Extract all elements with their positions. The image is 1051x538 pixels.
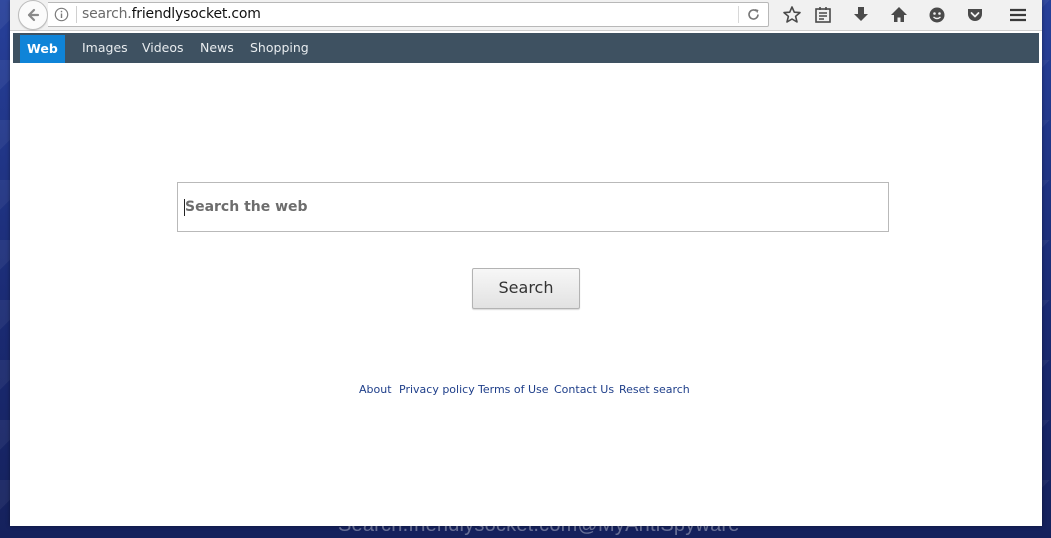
watermark-text: Search.friendlysocket.com@MyAntiSpyware	[338, 514, 740, 536]
site-navigation: Web Images Videos News Shopping	[13, 33, 1039, 63]
back-arrow-icon	[27, 8, 40, 22]
url-prefix: search.	[82, 6, 132, 22]
reload-icon[interactable]	[746, 7, 761, 22]
url-host: friendlysocket.com	[131, 6, 261, 22]
nav-tab-shopping[interactable]: Shopping	[242, 33, 317, 63]
download-icon[interactable]	[851, 5, 871, 25]
reading-list-icon[interactable]	[813, 5, 833, 25]
menu-icon[interactable]	[1008, 5, 1028, 25]
text-caret	[184, 199, 185, 216]
url-text[interactable]: search.friendlysocket.com	[82, 6, 261, 22]
search-input[interactable]: Search the web	[177, 182, 889, 232]
footer-link-terms-of-use[interactable]: Terms of Use	[478, 383, 549, 396]
info-icon[interactable]	[54, 7, 69, 22]
nav-tab-web[interactable]: Web	[20, 35, 65, 63]
reload-separator	[738, 6, 739, 23]
nav-tab-news[interactable]: News	[192, 33, 242, 63]
chat-icon[interactable]	[927, 5, 947, 25]
pocket-icon[interactable]	[965, 5, 985, 25]
footer-link-contact-us[interactable]: Contact Us	[554, 383, 614, 396]
search-button[interactable]: Search	[472, 268, 580, 309]
nav-tab-videos[interactable]: Videos	[134, 33, 192, 63]
url-bar[interactable]: search.friendlysocket.com	[48, 2, 769, 27]
bookmark-star-icon[interactable]	[782, 5, 802, 25]
url-separator	[76, 6, 77, 23]
footer-link-about[interactable]: About	[359, 383, 392, 396]
nav-tab-images[interactable]: Images	[74, 33, 136, 63]
browser-toolbar: search.friendlysocket.com	[10, 0, 1042, 31]
home-icon[interactable]	[889, 5, 909, 25]
browser-window: search.friendlysocket.com Web Images Vid…	[10, 0, 1042, 526]
back-button[interactable]	[18, 0, 48, 30]
footer-link-reset-search[interactable]: Reset search	[619, 383, 690, 396]
footer-link-privacy-policy[interactable]: Privacy policy	[399, 383, 475, 396]
